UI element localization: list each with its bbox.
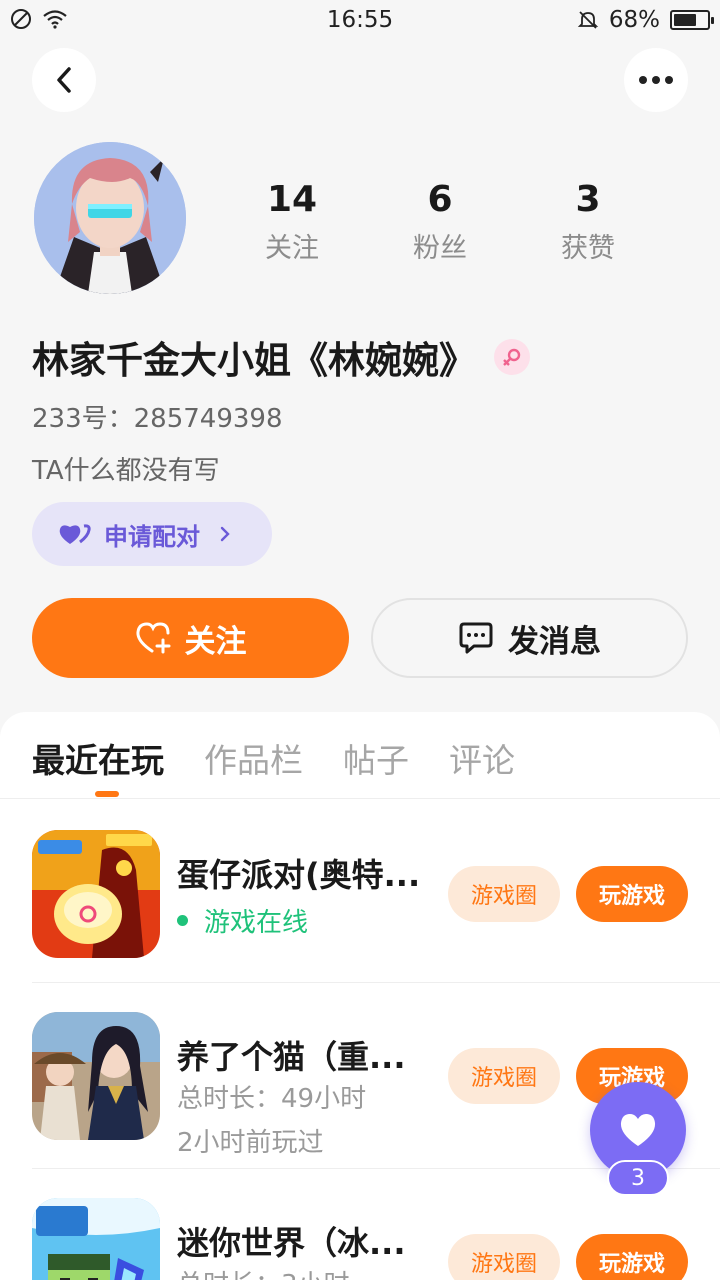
heart-plus-icon	[135, 622, 170, 654]
chat-bubble-icon	[459, 622, 493, 654]
tab-indicator	[95, 791, 119, 797]
stat-label: 关注	[265, 233, 319, 264]
play-game-button[interactable]: 玩游戏	[576, 1234, 688, 1280]
pair-request-label: 申请配对	[104, 522, 200, 551]
game-title: 养了个猫（重...	[177, 1038, 406, 1076]
chevron-left-icon	[57, 67, 71, 93]
name-row: 林家千金大小姐《林婉婉》	[32, 330, 530, 384]
user-id: 233号：285749398	[32, 404, 283, 434]
online-dot-icon	[177, 915, 188, 926]
game-title: 迷你世界（冰...	[177, 1224, 406, 1262]
tab-comments[interactable]: 评论	[449, 734, 515, 782]
battery-percent: 68%	[608, 7, 660, 33]
message-label: 发消息	[508, 623, 601, 660]
divider	[0, 798, 720, 799]
like-count-badge: 3	[607, 1160, 669, 1196]
battery-icon	[670, 10, 714, 30]
avatar-image	[34, 142, 186, 294]
game-duration: 总时长：49小时	[177, 1084, 367, 1114]
game-last-played: 2小时前玩过	[177, 1128, 324, 1158]
stat-label: 粉丝	[413, 233, 467, 264]
mute-bell-icon	[577, 11, 599, 29]
user-name: 林家千金大小姐《林婉婉》	[32, 339, 476, 382]
more-button[interactable]	[624, 48, 688, 112]
follow-label: 关注	[184, 623, 247, 660]
stat-followers[interactable]: 6 粉丝	[380, 178, 500, 265]
stat-label: 获赞	[561, 233, 615, 264]
chevron-right-icon	[220, 526, 230, 542]
follow-button[interactable]: 关注	[32, 598, 349, 678]
back-button[interactable]	[32, 48, 96, 112]
online-label: 游戏在线	[204, 908, 309, 938]
more-icon	[639, 76, 673, 84]
content-panel: 最近在玩 作品栏 帖子 评论 蛋仔派对(奥特... 游戏在线 游戏圈 玩游戏 养…	[0, 712, 720, 1280]
tab-posts[interactable]: 帖子	[343, 734, 409, 782]
stat-value: 6	[427, 179, 453, 220]
game-item[interactable]: 蛋仔派对(奥特... 游戏在线 游戏圈 玩游戏	[32, 830, 688, 960]
stat-value: 3	[575, 179, 601, 220]
stat-following[interactable]: 14 关注	[232, 178, 352, 265]
status-bar: 16:55 68%	[0, 0, 720, 40]
game-icon-mini-world	[32, 1198, 160, 1280]
pair-request-button[interactable]: 申请配对	[32, 502, 272, 566]
game-duration: 总时长：3小时	[177, 1264, 350, 1280]
game-circle-button[interactable]: 游戏圈	[448, 1048, 560, 1104]
game-icon-eggy-party	[32, 830, 160, 958]
stat-likes[interactable]: 3 获赞	[528, 178, 648, 265]
avatar[interactable]	[34, 142, 186, 294]
divider	[32, 982, 720, 983]
heart-icon	[620, 1114, 656, 1146]
tab-works[interactable]: 作品栏	[204, 734, 303, 782]
user-bio: TA什么都没有写	[32, 456, 220, 486]
game-item[interactable]: 迷你世界（冰... 总时长：3小时 游戏圈 玩游戏	[32, 1198, 688, 1280]
game-online-status: 游戏在线	[177, 902, 308, 939]
stat-value: 14	[266, 179, 318, 220]
female-icon	[494, 339, 530, 375]
game-icon-cat	[32, 1012, 160, 1140]
double-heart-icon	[59, 524, 91, 544]
tab-recent-play[interactable]: 最近在玩	[32, 734, 164, 782]
message-button[interactable]: 发消息	[371, 598, 688, 678]
game-circle-button[interactable]: 游戏圈	[448, 866, 560, 922]
play-game-button[interactable]: 玩游戏	[576, 866, 688, 922]
tab-bar: 最近在玩 作品栏 帖子 评论	[32, 734, 515, 782]
game-title: 蛋仔派对(奥特...	[177, 856, 421, 894]
game-circle-button[interactable]: 游戏圈	[448, 1234, 560, 1280]
